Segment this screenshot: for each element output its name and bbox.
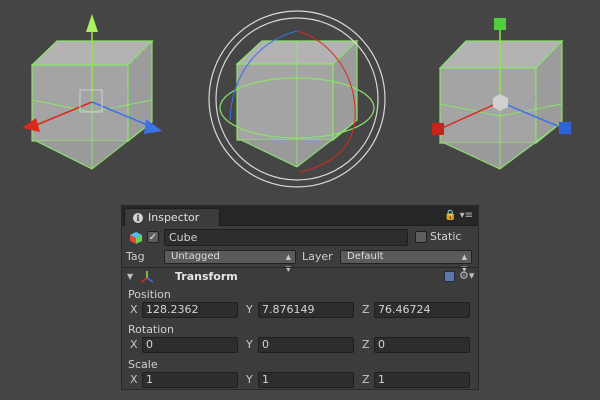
rotation-label: Rotation [128, 323, 175, 336]
position-y-label[interactable]: Y [246, 303, 253, 316]
scene-viewport[interactable] [0, 0, 600, 200]
scale-z-field[interactable]: 1 [374, 372, 470, 388]
layer-dropdown[interactable]: Default ▲ ▼ [340, 250, 472, 273]
scale-z-label[interactable]: Z [362, 373, 370, 386]
position-y-field[interactable]: 7.876149 [258, 302, 354, 318]
scale-label: Scale [128, 358, 158, 371]
rotate-gizmo-cube[interactable] [208, 10, 386, 188]
rotation-z-label[interactable]: Z [362, 338, 370, 351]
position-x-label[interactable]: X [130, 303, 138, 316]
z-arrow-icon[interactable] [144, 119, 162, 134]
scale-x-label[interactable]: X [130, 373, 138, 386]
scene-canvas[interactable] [0, 0, 600, 200]
position-z-label[interactable]: Z [362, 303, 370, 316]
tab-inspector[interactable]: i Inspector [124, 208, 220, 226]
rotation-x-field[interactable]: 0 [142, 337, 238, 353]
rotation-y-field[interactable]: 0 [258, 337, 354, 353]
lock-and-menu-icon[interactable]: 🔒 ▾≡ [444, 210, 473, 221]
transform-axes-icon [140, 271, 154, 283]
move-gizmo-cube[interactable] [22, 14, 162, 170]
tag-dropdown[interactable]: Untagged ▲ ▼ [164, 250, 296, 273]
tag-label: Tag [126, 250, 145, 263]
position-x-field[interactable]: 128.2362 [142, 302, 238, 318]
scale-x-cube-icon[interactable] [432, 123, 444, 135]
scale-gizmo-cube[interactable] [432, 18, 571, 170]
scale-z-cube-icon[interactable] [559, 122, 571, 134]
scale-y-label[interactable]: Y [246, 373, 253, 386]
transform-header[interactable]: ▼ Transform ⚙▾ [122, 268, 478, 286]
scale-x-field[interactable]: 1 [142, 372, 238, 388]
inspector-panel: i Inspector 🔒 ▾≡ ✓ Cube Static Tag Untagg… [121, 205, 479, 390]
object-header: ✓ Cube Static [122, 227, 478, 249]
gear-icon[interactable]: ⚙▾ [459, 269, 474, 282]
tag-layer-row: Tag Untagged ▲ ▼ Layer Default ▲ ▼ [122, 248, 478, 273]
static-checkbox[interactable] [415, 231, 427, 243]
tag-value: Untagged [171, 251, 220, 262]
static-label: Static [430, 230, 462, 243]
foldout-arrow-icon[interactable]: ▼ [127, 272, 133, 281]
info-icon: i [133, 213, 143, 223]
active-checkbox[interactable]: ✓ [147, 231, 159, 243]
y-arrow-icon[interactable] [86, 14, 98, 32]
component-title: Transform [175, 270, 238, 283]
rotation-x-label[interactable]: X [130, 338, 138, 351]
rotation-y-label[interactable]: Y [246, 338, 253, 351]
gameobject-cube-icon [130, 232, 142, 244]
object-name-field[interactable]: Cube [164, 229, 408, 246]
layer-value: Default [347, 251, 384, 262]
layer-label: Layer [302, 250, 333, 263]
tab-label: Inspector [148, 211, 200, 224]
position-label: Position [128, 288, 171, 301]
rotation-z-field[interactable]: 0 [374, 337, 470, 353]
scale-y-cube-icon[interactable] [494, 18, 506, 30]
scale-y-field[interactable]: 1 [258, 372, 354, 388]
position-z-field[interactable]: 76.46724 [374, 302, 470, 318]
book-icon[interactable] [444, 271, 455, 282]
tab-strip: i Inspector 🔒 ▾≡ [122, 206, 478, 226]
